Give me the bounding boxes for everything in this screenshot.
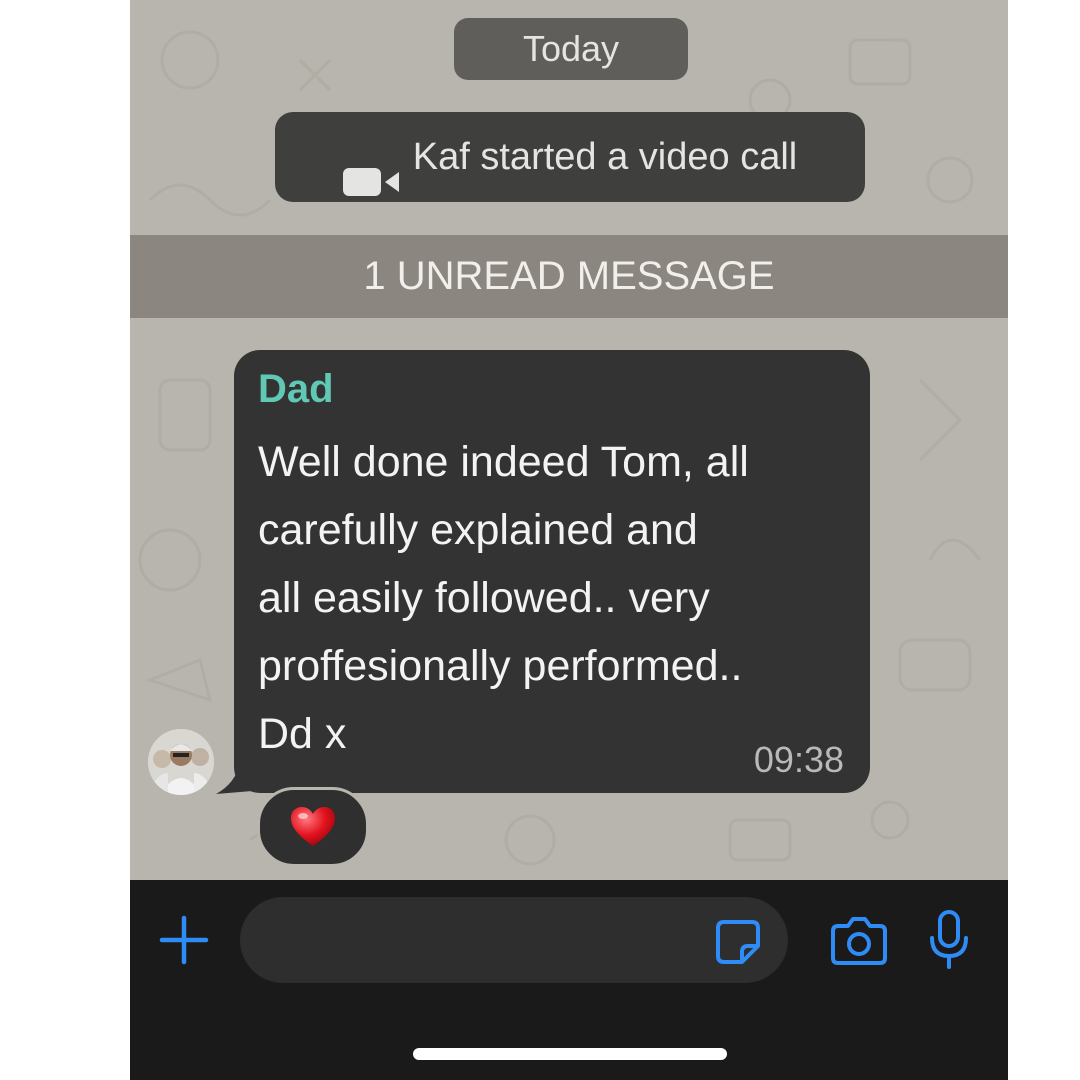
message-timestamp: 09:38	[753, 739, 844, 780]
video-camera-icon	[342, 141, 401, 196]
chat-screen: Today Kaf started a video call 1 UNREAD …	[130, 0, 1008, 1080]
sticker-icon[interactable]	[714, 918, 762, 966]
reaction-badge[interactable]	[257, 787, 369, 867]
avatar-photo	[148, 729, 214, 795]
video-call-notice[interactable]: Kaf started a video call	[275, 112, 865, 202]
message-bubble[interactable]: Dad Well done indeed Tom, all carefully …	[234, 350, 870, 793]
message-line: Well done indeed Tom, all	[258, 438, 749, 486]
avatar[interactable]	[148, 729, 214, 795]
date-separator-label: Today	[522, 28, 620, 69]
message-line: carefully explained and	[258, 506, 698, 554]
unread-banner-label: 1 UNREAD MESSAGE	[363, 254, 775, 298]
message-line: proffesionally performed..	[258, 642, 743, 690]
unread-messages-banner: 1 UNREAD MESSAGE	[130, 235, 1008, 318]
heart-reaction-icon	[291, 807, 335, 846]
home-indicator[interactable]	[413, 1048, 727, 1060]
message-text: Well done indeed Tom, all carefully expl…	[258, 428, 858, 768]
camera-icon[interactable]	[830, 914, 888, 966]
message-line: all easily followed.. very	[258, 574, 710, 622]
message-sender-name: Dad	[258, 367, 334, 411]
plus-icon[interactable]	[158, 914, 210, 966]
message-input[interactable]	[240, 897, 788, 983]
video-call-notice-text: Kaf started a video call	[412, 136, 798, 178]
microphone-icon[interactable]	[928, 910, 970, 970]
date-separator: Today	[454, 18, 688, 80]
